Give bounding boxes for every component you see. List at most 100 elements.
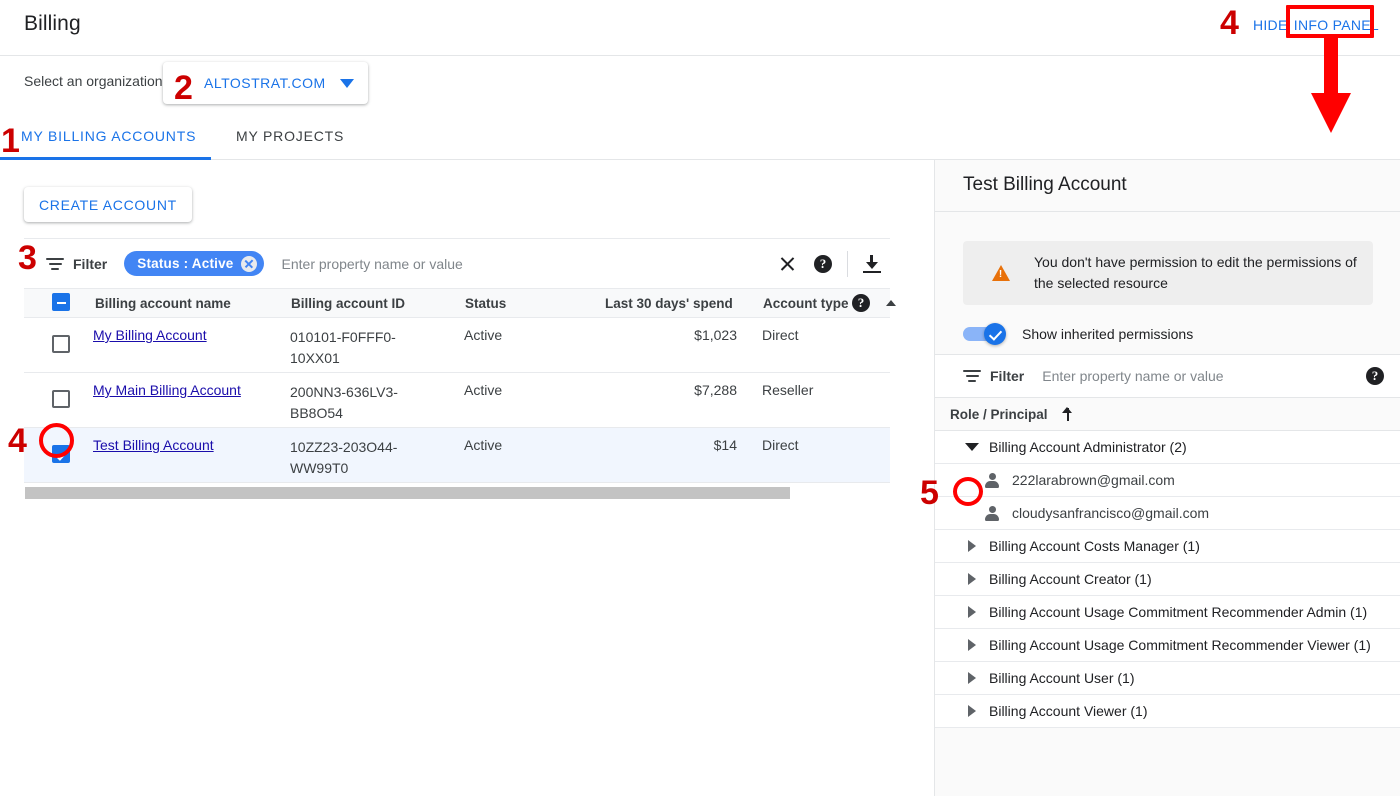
role-row[interactable]: Billing Account Usage Commitment Recomme… <box>935 629 1400 662</box>
create-account-button[interactable]: CREATE ACCOUNT <box>24 187 192 222</box>
help-icon[interactable]: ? <box>1366 367 1384 385</box>
row-checkbox[interactable] <box>52 445 70 463</box>
chevron-right-icon[interactable] <box>968 639 976 651</box>
filter-icon <box>963 369 981 383</box>
column-header-type[interactable]: Account type <box>763 296 849 311</box>
tab-my-billing-accounts[interactable]: MY BILLING ACCOUNTS <box>21 112 196 160</box>
table-row[interactable]: My Billing Account 010101-F0FFF0-10XX01 … <box>24 318 890 373</box>
tab-bar: MY BILLING ACCOUNTS MY PROJECTS <box>0 112 1400 160</box>
filter-input[interactable] <box>280 255 580 273</box>
hide-info-panel-button[interactable]: HIDE INFO PANEL <box>1253 17 1381 33</box>
filter-chip-label: Status : Active <box>137 256 233 271</box>
column-header-status[interactable]: Status <box>465 296 506 311</box>
billing-accounts-table: Billing account name Billing account ID … <box>24 289 890 483</box>
filter-label: Filter <box>73 256 107 272</box>
info-panel-header: Test Billing Account <box>935 160 1400 212</box>
tab-label: MY PROJECTS <box>236 128 344 144</box>
warning-icon <box>992 265 1010 281</box>
chevron-right-icon[interactable] <box>968 540 976 552</box>
filter-icon <box>46 257 64 271</box>
arrow-up-icon <box>1061 407 1075 421</box>
table-filter-bar: Filter Status : Active ? <box>24 238 890 289</box>
billing-account-name-link[interactable]: My Main Billing Account <box>93 382 241 398</box>
list-item[interactable]: cloudysanfrancisco@gmail.com <box>935 497 1400 530</box>
permission-warning-text: You don't have permission to edit the pe… <box>1034 252 1373 294</box>
annotation-number-4-top: 4 <box>1220 6 1239 40</box>
role-principal-column-header[interactable]: Role / Principal <box>935 398 1400 431</box>
column-header-spend[interactable]: Last 30 days' spend <box>605 296 733 311</box>
org-selector-label: Select an organization: <box>24 73 166 89</box>
close-icon[interactable] <box>241 256 257 272</box>
divider <box>847 251 848 277</box>
column-header-name[interactable]: Billing account name <box>95 296 231 311</box>
download-button[interactable] <box>854 246 890 282</box>
tab-my-projects[interactable]: MY PROJECTS <box>236 112 344 160</box>
role-label: Billing Account Administrator (2) <box>989 439 1187 455</box>
chevron-right-icon[interactable] <box>968 606 976 618</box>
download-icon <box>863 255 881 273</box>
page-title: Billing <box>24 12 81 36</box>
chevron-down-icon <box>340 79 354 88</box>
table-row[interactable]: Test Billing Account 10ZZ23-203O44-WW99T… <box>24 428 890 483</box>
help-icon[interactable]: ? <box>852 294 870 312</box>
filter-help-button[interactable]: ? <box>805 246 841 282</box>
billing-account-name-link[interactable]: My Billing Account <box>93 327 207 343</box>
toggle-switch[interactable] <box>963 326 1005 342</box>
toggle-knob-check-icon <box>984 323 1006 345</box>
role-label: Billing Account Creator (1) <box>989 571 1152 587</box>
show-inherited-permissions-toggle[interactable]: Show inherited permissions <box>963 326 1193 342</box>
role-label: Billing Account Usage Commitment Recomme… <box>989 604 1367 620</box>
spend-value: $7,288 <box>587 382 737 398</box>
role-label: Billing Account Costs Manager (1) <box>989 538 1200 554</box>
role-row-expanded[interactable]: Billing Account Administrator (2) <box>935 431 1400 464</box>
role-row[interactable]: Billing Account User (1) <box>935 662 1400 695</box>
chevron-right-icon[interactable] <box>968 672 976 684</box>
spend-value: $14 <box>587 437 737 453</box>
row-checkbox[interactable] <box>52 335 70 353</box>
create-account-label: CREATE ACCOUNT <box>39 197 177 213</box>
role-row[interactable]: Billing Account Creator (1) <box>935 563 1400 596</box>
close-icon <box>779 255 796 272</box>
billing-accounts-pane: CREATE ACCOUNT Filter Status : Active ? <box>0 160 930 796</box>
role-label: Billing Account User (1) <box>989 670 1135 686</box>
toggle-label: Show inherited permissions <box>1022 326 1193 342</box>
principal-email: cloudysanfrancisco@gmail.com <box>1012 505 1209 521</box>
select-all-checkbox[interactable] <box>52 293 70 311</box>
horizontal-scrollbar[interactable] <box>25 487 790 499</box>
filter-chip-status-active[interactable]: Status : Active <box>124 251 263 276</box>
role-row[interactable]: Billing Account Usage Commitment Recomme… <box>935 596 1400 629</box>
billing-account-name-link[interactable]: Test Billing Account <box>93 437 214 453</box>
annotation-number-1: 1 <box>1 124 20 158</box>
billing-account-id: 10ZZ23-203O44-WW99T0 <box>290 437 440 479</box>
role-row[interactable]: Billing Account Viewer (1) <box>935 695 1400 728</box>
row-checkbox[interactable] <box>52 390 70 408</box>
info-panel-filter-input[interactable] <box>1040 367 1320 385</box>
sort-ascending-icon <box>886 300 896 306</box>
info-panel-label: INFO PANEL <box>1292 17 1381 33</box>
filter-bar-actions: ? <box>769 246 890 282</box>
account-type-value: Reseller <box>762 382 813 398</box>
chevron-down-icon[interactable] <box>965 443 979 451</box>
annotation-number-4-row: 4 <box>8 424 27 458</box>
chevron-right-icon[interactable] <box>968 705 976 717</box>
clear-filter-button[interactable] <box>769 246 805 282</box>
billing-account-id: 200NN3-636LV3-BB8O54 <box>290 382 440 424</box>
help-icon: ? <box>814 255 832 273</box>
table-row[interactable]: My Main Billing Account 200NN3-636LV3-BB… <box>24 373 890 428</box>
info-panel: Test Billing Account You don't have perm… <box>934 160 1400 796</box>
billing-account-id: 010101-F0FFF0-10XX01 <box>290 327 440 369</box>
organization-dropdown[interactable]: ALTOSTRAT.COM <box>163 62 368 104</box>
info-panel-title: Test Billing Account <box>963 174 1127 196</box>
chevron-right-icon[interactable] <box>968 573 976 585</box>
page-root: Billing HIDE INFO PANEL Select an organi… <box>0 0 1400 796</box>
role-row[interactable]: Billing Account Costs Manager (1) <box>935 530 1400 563</box>
info-panel-filter-bar: Filter ? <box>935 355 1400 398</box>
person-icon <box>985 473 999 488</box>
list-item[interactable]: 222larabrown@gmail.com <box>935 464 1400 497</box>
column-header-id[interactable]: Billing account ID <box>291 296 405 311</box>
tab-label: MY BILLING ACCOUNTS <box>21 128 196 144</box>
annotation-number-2: 2 <box>174 71 193 105</box>
status-value: Active <box>464 437 502 453</box>
filter-label: Filter <box>990 368 1024 384</box>
account-type-value: Direct <box>762 327 799 343</box>
